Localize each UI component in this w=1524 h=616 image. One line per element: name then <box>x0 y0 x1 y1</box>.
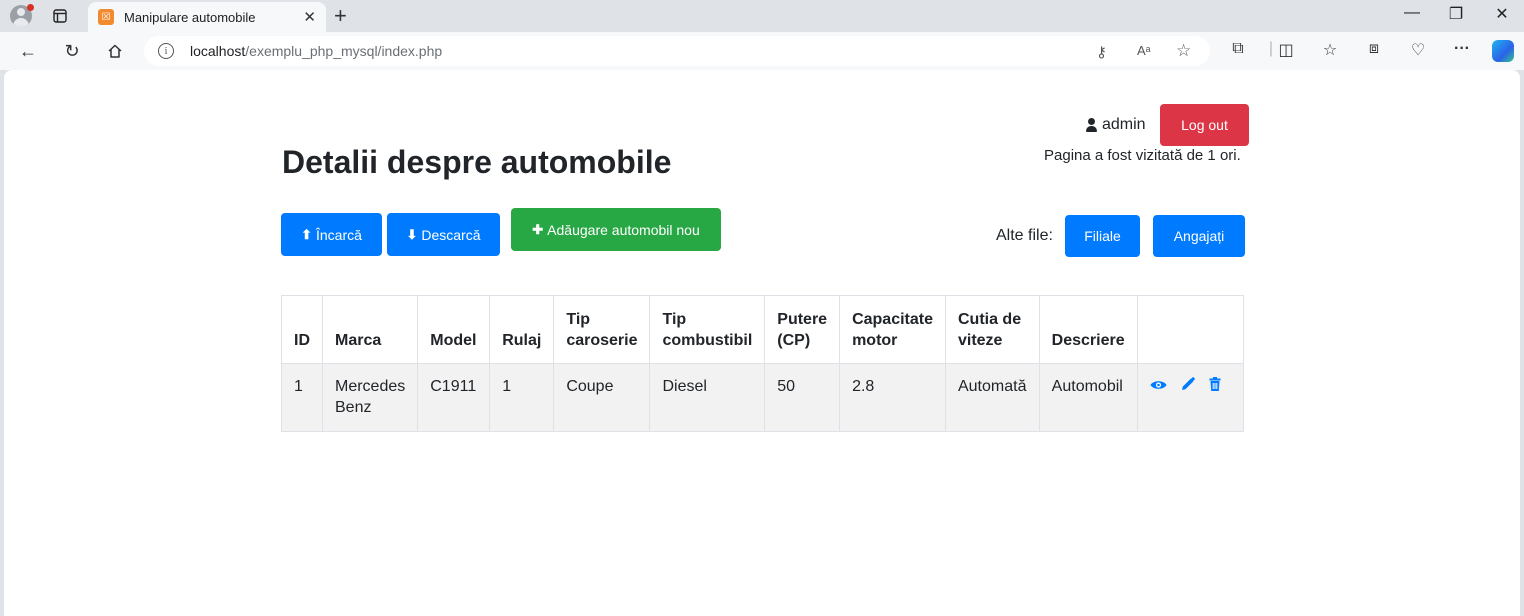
tab-title: Manipulare automobile <box>124 9 256 25</box>
split-screen-icon[interactable]: ◫ <box>1274 40 1298 60</box>
upload-icon: ⬆ <box>301 226 312 242</box>
more-menu-icon[interactable]: ··· <box>1450 40 1474 58</box>
column-header: Cutia de viteze <box>944 295 1040 364</box>
key-icon[interactable]: ⚷ <box>1096 43 1107 61</box>
column-header <box>1137 295 1244 364</box>
download-icon: ⬇ <box>406 226 418 242</box>
column-header: Descriere <box>1038 295 1139 364</box>
copilot-icon[interactable] <box>1492 40 1514 62</box>
browser-tab-active[interactable]: ☒ Manipulare automobile ✕ <box>88 2 326 32</box>
column-header: ID <box>281 295 323 364</box>
read-aloud-icon[interactable]: Aᵃ <box>1137 43 1151 58</box>
upload-button[interactable]: ⬆ Încarcă <box>281 213 382 256</box>
download-label: Descarcă <box>421 226 481 243</box>
back-arrow-icon[interactable]: ← <box>14 38 42 64</box>
address-bar[interactable]: i localhost/exemplu_php_mysql/index.php … <box>144 36 1210 66</box>
favorite-star-icon[interactable]: ☆ <box>1176 41 1191 61</box>
column-header: Tip combustibil <box>649 295 766 364</box>
collections-icon[interactable]: ⧈ <box>1362 40 1386 58</box>
plus-icon: ✚ <box>532 221 544 237</box>
column-header: Model <box>417 295 491 364</box>
table-row: 1 Mercedes Benz C1911 1 Coupe Diesel 50 … <box>281 363 1244 432</box>
column-header: Marca <box>321 295 419 364</box>
logout-button[interactable]: Log out <box>1160 104 1249 146</box>
restore-icon[interactable]: ❐ <box>1436 4 1476 24</box>
favorites-icon[interactable]: ☆ <box>1318 40 1342 60</box>
visit-counter: Pagina a fost vizitată de 1 ori. <box>1044 147 1241 164</box>
username: admin <box>1102 116 1146 133</box>
table-cell: C1911 <box>417 363 491 432</box>
url-host: localhost <box>190 43 246 59</box>
column-header: Capacitate motor <box>839 295 946 364</box>
add-car-button[interactable]: ✚ Adăugare automobil nou <box>511 208 721 251</box>
tab-close-icon[interactable]: ✕ <box>303 8 316 26</box>
profile-notification-dot <box>27 4 34 11</box>
user-icon <box>1086 118 1097 132</box>
table-cell: Diesel <box>649 363 766 432</box>
branches-button[interactable]: Filiale <box>1065 215 1140 257</box>
tab-actions-icon[interactable] <box>46 4 74 28</box>
trash-icon[interactable] <box>1209 376 1221 397</box>
table-header-row: ID Marca Model Rulaj Tip caroserie Tip c… <box>281 295 1244 364</box>
table-cell: 1 <box>281 363 323 432</box>
download-button[interactable]: ⬇ Descarcă <box>387 213 500 256</box>
refresh-icon[interactable]: ↻ <box>58 38 86 64</box>
row-actions-cell <box>1137 363 1244 432</box>
site-info-icon[interactable]: i <box>158 43 174 59</box>
employees-button[interactable]: Angajați <box>1153 215 1245 257</box>
browser-essentials-icon[interactable]: ♡ <box>1406 40 1430 60</box>
page-title: Detalii despre automobile <box>282 144 672 180</box>
extensions-icon[interactable]: ⧉ <box>1226 40 1250 58</box>
eye-icon[interactable] <box>1150 376 1167 397</box>
column-header: Tip caroserie <box>553 295 651 364</box>
minimize-icon[interactable]: — <box>1392 4 1432 22</box>
browser-tabbar: ☒ Manipulare automobile ✕ + — ❐ ✕ <box>0 0 1524 32</box>
window-close-icon[interactable]: ✕ <box>1482 4 1522 24</box>
user-info: admin <box>1086 116 1146 134</box>
table-cell: Coupe <box>553 363 651 432</box>
table-cell: 2.8 <box>839 363 946 432</box>
browser-toolbar: ← ↻ i localhost/exemplu_php_mysql/index.… <box>0 32 1524 70</box>
pencil-icon[interactable] <box>1181 376 1196 397</box>
column-header: Putere (CP) <box>764 295 841 364</box>
table-cell: 50 <box>764 363 841 432</box>
table-cell: 1 <box>489 363 555 432</box>
new-tab-icon[interactable]: + <box>334 3 347 29</box>
xampp-favicon-icon: ☒ <box>98 9 114 25</box>
column-header: Rulaj <box>489 295 555 364</box>
other-files-label: Alte file: <box>996 227 1053 244</box>
cars-table: ID Marca Model Rulaj Tip caroserie Tip c… <box>281 295 1244 432</box>
table-cell: Automobil <box>1038 363 1139 432</box>
home-icon[interactable] <box>101 38 129 64</box>
add-car-label: Adăugare automobil nou <box>547 221 700 238</box>
upload-label: Încarcă <box>315 226 362 243</box>
table-cell: Mercedes Benz <box>321 363 419 432</box>
table-cell: Automată <box>944 363 1040 432</box>
url-path: /exemplu_php_mysql/index.php <box>245 43 443 59</box>
